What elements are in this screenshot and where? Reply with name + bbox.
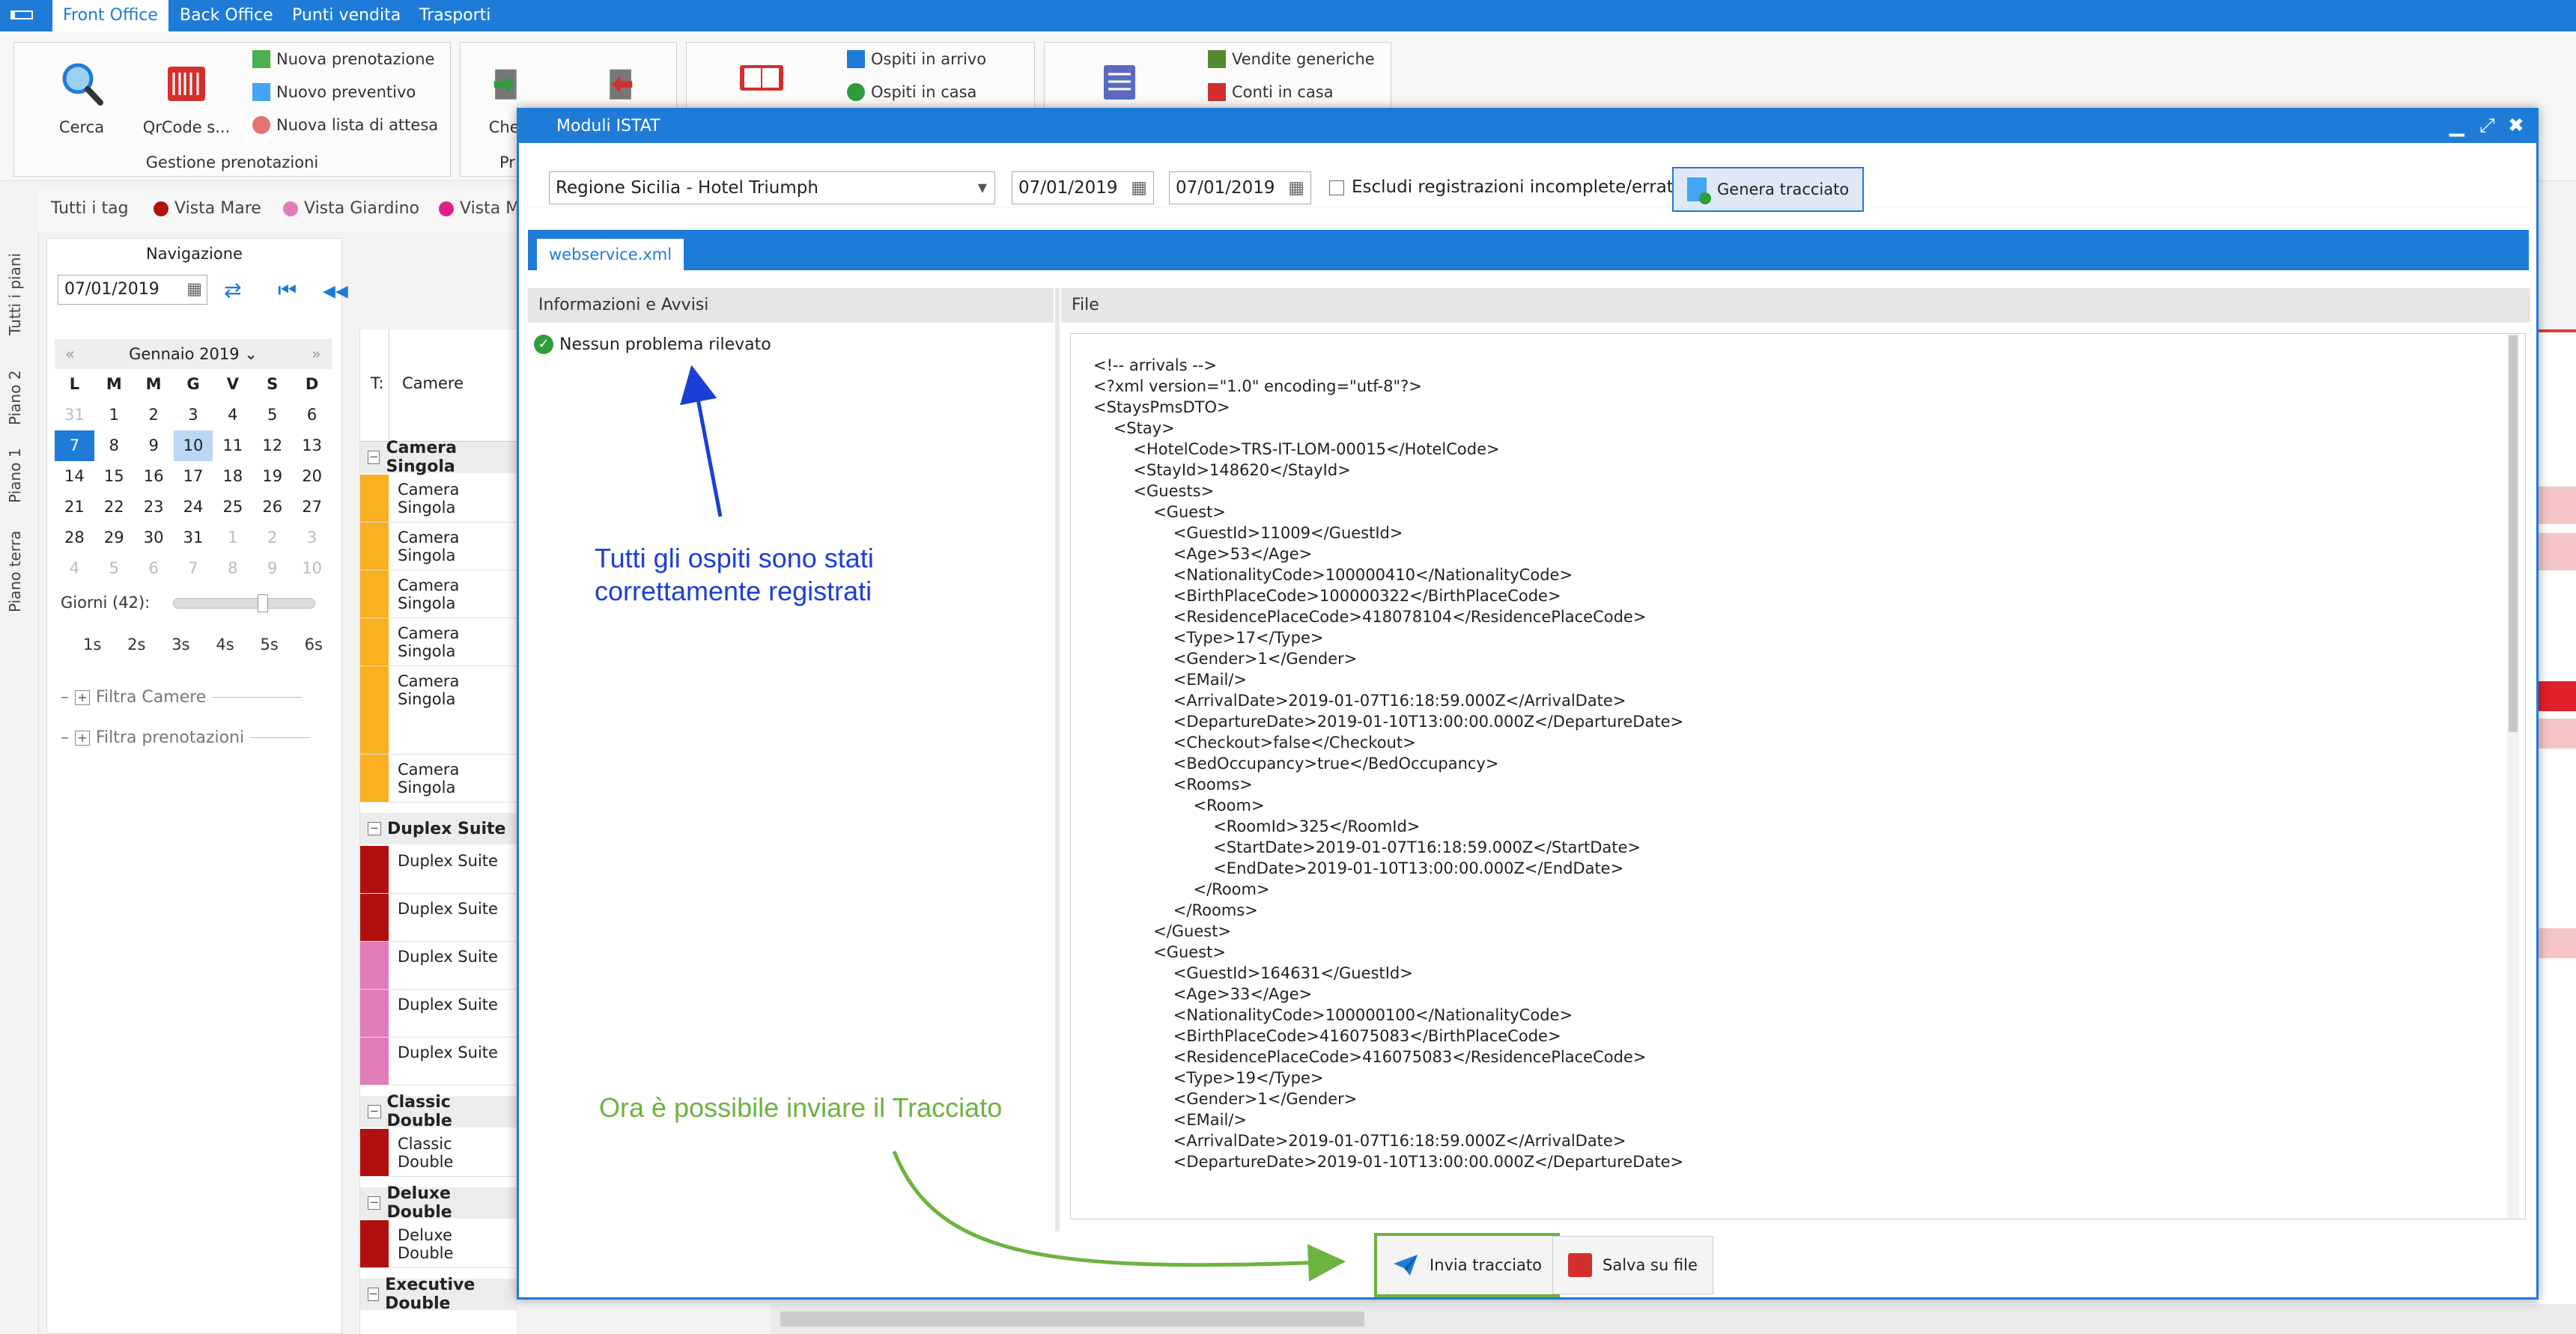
- annotation-arrows: [680, 365, 1346, 1282]
- arrow-blue: [680, 365, 723, 517]
- arrow-green: [892, 1151, 1346, 1282]
